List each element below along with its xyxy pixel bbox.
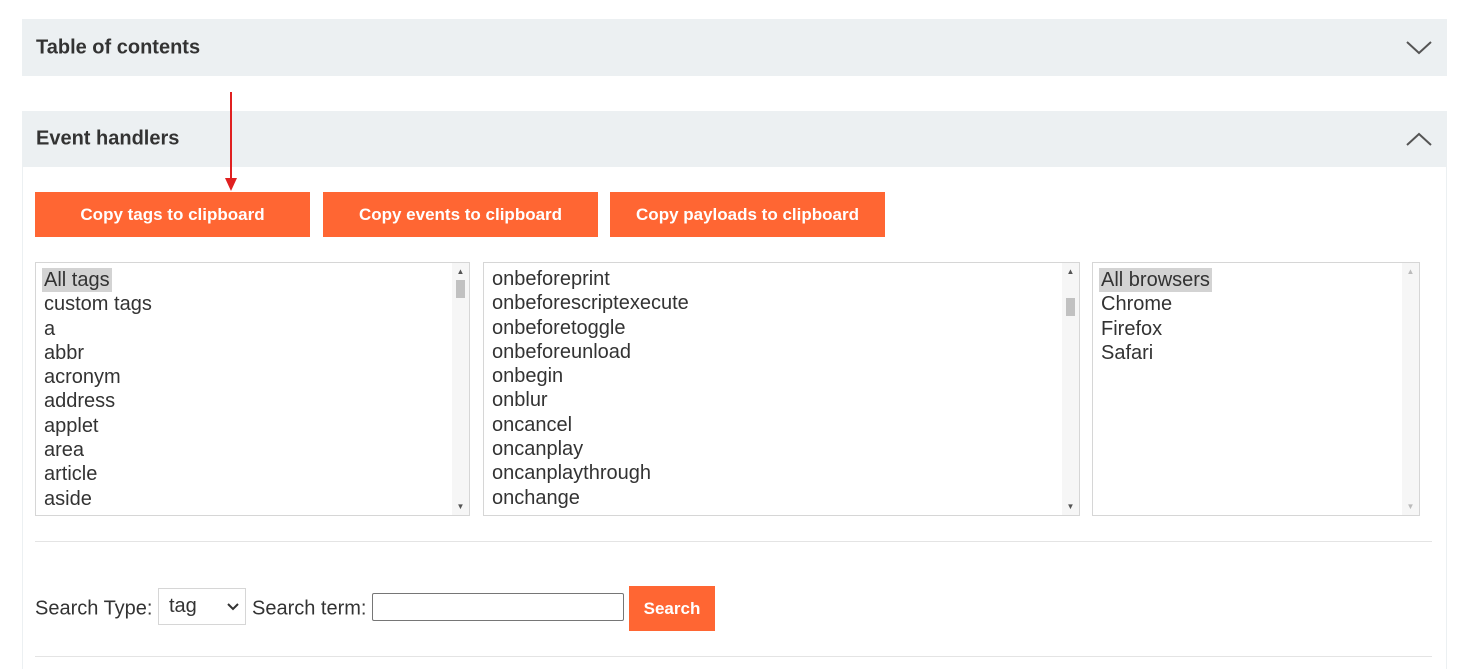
list-item[interactable]: aside	[42, 487, 94, 511]
tags-listbox[interactable]: All tags custom tags a abbr acronym address ap…	[35, 262, 470, 516]
browsers-scrollbar[interactable]: ▲ ▼	[1402, 263, 1419, 515]
copy-tags-button[interactable]: Copy tags to clipboard	[35, 192, 310, 237]
list-item[interactable]: oncanplaythrough	[490, 461, 653, 485]
list-item[interactable]: onchange	[490, 486, 582, 510]
tags-scrollbar[interactable]: ▲ ▼	[452, 263, 469, 515]
list-item[interactable]: abbr	[42, 341, 86, 365]
search-button[interactable]: Search	[629, 586, 715, 631]
list-item[interactable]: All tags	[42, 268, 112, 293]
events-scrollbar[interactable]: ▲ ▼	[1062, 263, 1079, 515]
search-type-label: Search Type:	[35, 597, 153, 619]
chevron-up-icon[interactable]	[1405, 130, 1433, 148]
events-list: onbeforeprint onbeforescriptexecute onbefo…	[490, 267, 1061, 510]
events-listbox[interactable]: onbeforeprint onbeforescriptexecute onbefo…	[483, 262, 1080, 516]
list-item[interactable]: onbeforeunload	[490, 340, 633, 364]
toc-accordion-header[interactable]: Table of contents	[22, 19, 1447, 76]
list-item[interactable]: onblur	[490, 388, 550, 412]
list-item[interactable]: a	[42, 317, 57, 341]
list-item[interactable]: onbegin	[490, 364, 565, 388]
browsers-list: All browsers Chrome Firefox Safari	[1099, 268, 1401, 365]
list-item[interactable]: area	[42, 438, 86, 462]
list-item[interactable]: custom tags	[42, 292, 154, 316]
scroll-down-icon[interactable]: ▼	[1062, 498, 1079, 515]
list-item[interactable]: Firefox	[1099, 317, 1164, 341]
chevron-down-icon[interactable]	[1405, 39, 1433, 57]
tags-list: All tags custom tags a abbr acronym address ap…	[42, 268, 451, 511]
list-item[interactable]: onbeforeprint	[490, 267, 612, 291]
scroll-down-icon[interactable]: ▼	[1402, 498, 1419, 515]
scrollbar-thumb[interactable]	[456, 280, 465, 298]
list-item[interactable]: applet	[42, 414, 101, 438]
browsers-listbox[interactable]: All browsers Chrome Firefox Safari ▲ ▼	[1092, 262, 1420, 516]
annotation-arrow-icon	[225, 92, 237, 191]
list-item[interactable]: oncanplay	[490, 437, 585, 461]
divider	[35, 656, 1432, 657]
list-item[interactable]: Safari	[1099, 341, 1155, 365]
event-handlers-title: Event handlers	[36, 127, 180, 150]
list-item[interactable]: onbeforetoggle	[490, 316, 627, 340]
toc-title: Table of contents	[36, 36, 201, 58]
list-item[interactable]: address	[42, 389, 117, 413]
search-type-select[interactable]: tag	[158, 588, 246, 625]
list-item[interactable]: acronym	[42, 365, 123, 389]
list-item[interactable]: Chrome	[1099, 292, 1174, 316]
search-type-value: tag	[169, 595, 197, 617]
divider	[35, 541, 1432, 542]
scroll-up-icon[interactable]: ▲	[1402, 263, 1419, 280]
scrollbar-thumb[interactable]	[1066, 298, 1075, 316]
list-item[interactable]: oncancel	[490, 413, 574, 437]
chevron-down-icon	[227, 602, 239, 610]
copy-payloads-button[interactable]: Copy payloads to clipboard	[610, 192, 885, 237]
scroll-up-icon[interactable]: ▲	[1062, 263, 1079, 280]
search-term-input[interactable]	[372, 593, 624, 621]
scroll-up-icon[interactable]: ▲	[452, 263, 469, 280]
list-item[interactable]: All browsers	[1099, 268, 1212, 293]
search-form: Search Type: tag Search term: Search	[35, 586, 725, 631]
copy-events-button[interactable]: Copy events to clipboard	[323, 192, 598, 237]
list-item[interactable]: onbeforescriptexecute	[490, 291, 691, 315]
scroll-down-icon[interactable]: ▼	[452, 498, 469, 515]
list-item[interactable]: article	[42, 462, 99, 486]
search-term-label: Search term:	[252, 597, 367, 619]
